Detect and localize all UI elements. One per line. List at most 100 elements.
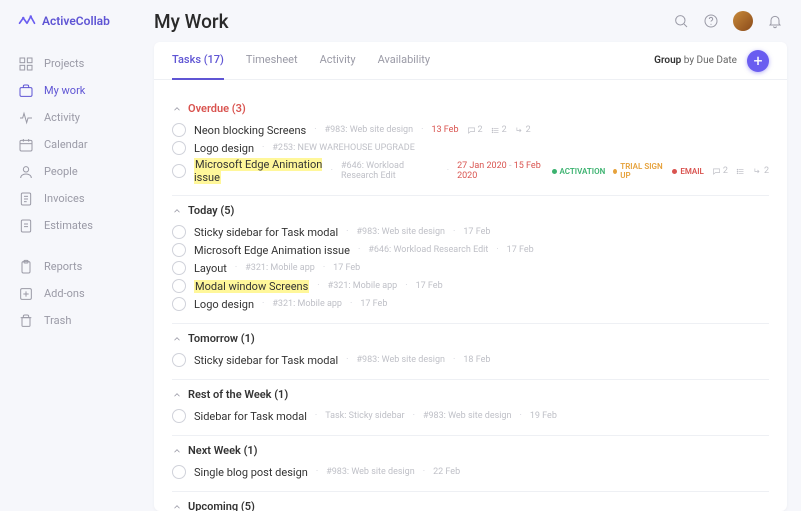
- task-meta: #646: Workload Research Edit: [368, 245, 488, 255]
- sidebar-item-invoices[interactable]: Invoices: [18, 185, 140, 212]
- sidebar-item-people[interactable]: People: [18, 158, 140, 185]
- task-meta: #646: Workload Research Edit: [341, 161, 439, 181]
- task-row[interactable]: Microsoft Edge Animation issue·#646: Wor…: [172, 241, 769, 259]
- brand[interactable]: ActiveCollab: [18, 14, 140, 28]
- user-icon: [18, 164, 34, 180]
- sidebar-item-trash[interactable]: Trash: [18, 307, 140, 334]
- section-header[interactable]: Overdue (3): [172, 102, 769, 115]
- content: Overdue (3) Neon blocking Screens·#983: W…: [154, 80, 787, 511]
- main: My Work Tasks (17) Timesheet Activity Avail…: [140, 0, 801, 511]
- sidebar-item-projects[interactable]: Projects: [18, 50, 140, 77]
- chevron-down-icon: [172, 502, 182, 511]
- tab-timesheet[interactable]: Timesheet: [246, 42, 298, 80]
- section-title: Rest of the Week (1): [188, 388, 288, 401]
- task-due: 13 Feb: [431, 125, 458, 135]
- group-by[interactable]: Group by Due Date: [654, 55, 737, 66]
- work-card: Tasks (17)TimesheetActivityAvailability …: [154, 42, 787, 511]
- task-row[interactable]: Logo design·#321: Mobile app·17 Feb: [172, 295, 769, 313]
- nav-secondary: ReportsAdd-onsTrash: [18, 253, 140, 334]
- task-checkbox[interactable]: [172, 297, 186, 311]
- task-title: Sticky sidebar for Task modal: [194, 354, 338, 367]
- section-divider: [172, 491, 769, 492]
- task-checkbox[interactable]: [172, 261, 186, 275]
- sidebar-item-my-work[interactable]: My work: [18, 77, 140, 104]
- briefcase-icon: [18, 83, 34, 99]
- add-button[interactable]: +: [747, 50, 769, 72]
- page-title: My Work: [154, 10, 229, 33]
- section-title: Upcoming (5): [188, 500, 255, 511]
- task-checkbox[interactable]: [172, 409, 186, 423]
- task-row[interactable]: Layout·#321: Mobile app·17 Feb: [172, 259, 769, 277]
- section-header[interactable]: Tomorrow (1): [172, 332, 769, 345]
- task-row[interactable]: Sticky sidebar for Task modal·#983: Web …: [172, 223, 769, 241]
- section-header[interactable]: Rest of the Week (1): [172, 388, 769, 401]
- section-header[interactable]: Today (5): [172, 204, 769, 217]
- task-meta: Task: Sticky sidebar: [325, 411, 404, 421]
- sidebar-item-label: Projects: [44, 57, 84, 70]
- task-due: 17 Feb: [416, 281, 443, 291]
- task-meta: #983: Web site design: [423, 411, 512, 421]
- bell-icon[interactable]: [767, 13, 783, 29]
- sidebar-item-calendar[interactable]: Calendar: [18, 131, 140, 158]
- task-row[interactable]: Single blog post design·#983: Web site d…: [172, 463, 769, 481]
- task-row[interactable]: Microsoft Edge Animation issue·#646: Wor…: [172, 157, 769, 185]
- task-checkbox[interactable]: [172, 279, 186, 293]
- section: Rest of the Week (1) Sidebar for Task mod…: [172, 388, 769, 425]
- task-due: 17 Feb: [333, 263, 360, 273]
- sidebar-item-add-ons[interactable]: Add-ons: [18, 280, 140, 307]
- sidebar-item-label: Activity: [44, 111, 80, 124]
- task-row[interactable]: Modal window Screens·#321: Mobile app·17…: [172, 277, 769, 295]
- sidebar-item-label: My work: [44, 84, 85, 97]
- task-row[interactable]: Sidebar for Task modal·Task: Sticky side…: [172, 407, 769, 425]
- help-icon[interactable]: [703, 13, 719, 29]
- task-checkbox[interactable]: [172, 225, 186, 239]
- task-checkbox[interactable]: [172, 141, 186, 155]
- task-checkbox[interactable]: [172, 243, 186, 257]
- task-checkbox[interactable]: [172, 164, 186, 178]
- avatar[interactable]: [733, 11, 753, 31]
- section-header[interactable]: Next Week (1): [172, 444, 769, 457]
- sidebar-item-label: Estimates: [44, 219, 93, 232]
- task-due: 17 Feb: [360, 299, 387, 309]
- task-checkbox[interactable]: [172, 465, 186, 479]
- search-icon[interactable]: [673, 13, 689, 29]
- task-row[interactable]: Logo design·#253: NEW WAREHOUSE UPGRADE: [172, 139, 769, 157]
- chevron-down-icon: [172, 334, 182, 344]
- tab-availability[interactable]: Availability: [378, 42, 430, 80]
- task-due-range: 27 Jan 2020 - 15 Feb 2020: [457, 161, 543, 181]
- tab-tasks-[interactable]: Tasks (17): [172, 42, 224, 80]
- task-row[interactable]: Sticky sidebar for Task modal·#983: Web …: [172, 351, 769, 369]
- topbar: My Work: [140, 0, 801, 42]
- grid-icon: [18, 56, 34, 72]
- clipboard-icon: [18, 259, 34, 275]
- task-meta: #983: Web site design: [326, 467, 415, 477]
- task-title: Sidebar for Task modal: [194, 410, 307, 423]
- task-title: Microsoft Edge Animation issue: [194, 158, 323, 184]
- section-header[interactable]: Upcoming (5): [172, 500, 769, 511]
- comments-indicator: 2: [467, 125, 483, 135]
- tabs-row: Tasks (17)TimesheetActivityAvailability …: [154, 42, 787, 80]
- invoice-icon: [18, 191, 34, 207]
- task-title: Neon blocking Screens: [194, 124, 306, 137]
- nav-primary: Projects My work Activity CalendarPeopleInv…: [18, 50, 140, 239]
- task-title: Single blog post design: [194, 466, 308, 479]
- tab-activity[interactable]: Activity: [320, 42, 356, 80]
- section: Today (5) Sticky sidebar for Task modal·#…: [172, 204, 769, 313]
- task-tag: TRIAL SIGN UP: [613, 162, 664, 180]
- section: Tomorrow (1) Sticky sidebar for Task moda…: [172, 332, 769, 369]
- sidebar-item-activity[interactable]: Activity: [18, 104, 140, 131]
- task-title: Modal window Screens: [194, 280, 309, 293]
- section-divider: [172, 435, 769, 436]
- comments-indicator: 2: [712, 166, 728, 176]
- task-checkbox[interactable]: [172, 353, 186, 367]
- sidebar-item-reports[interactable]: Reports: [18, 253, 140, 280]
- task-due: 19 Feb: [530, 411, 557, 421]
- sidebar-item-estimates[interactable]: Estimates: [18, 212, 140, 239]
- task-row[interactable]: Neon blocking Screens·#983: Web site des…: [172, 121, 769, 139]
- task-title: Logo design: [194, 298, 254, 311]
- section-title: Today (5): [188, 204, 234, 217]
- sub-indicator: 2: [753, 166, 769, 176]
- task-checkbox[interactable]: [172, 123, 186, 137]
- task-meta: #983: Web site design: [356, 355, 445, 365]
- list-indicator: 2: [491, 125, 507, 135]
